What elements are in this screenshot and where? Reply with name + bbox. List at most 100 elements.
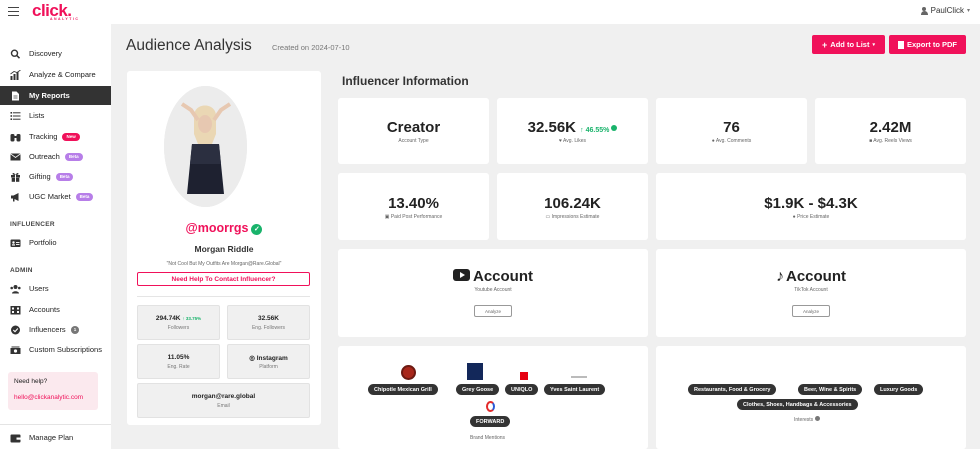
sidebar-item-analyze-compare[interactable]: Analyze & Compare <box>0 65 111 84</box>
analyze-youtube-button[interactable]: Analyze <box>474 305 512 317</box>
uniqlo-logo-icon <box>520 372 528 380</box>
chart-icon <box>10 69 21 80</box>
youtube-account-card: Account Youtube Account Analyze <box>338 249 648 337</box>
eng-followers-stat: 32.56K Eng. Followers <box>227 305 310 340</box>
pdf-icon <box>898 40 904 49</box>
influencer-avatar <box>164 86 247 207</box>
sidebar-item-discovery[interactable]: Discovery <box>0 44 111 63</box>
interests-card: Restaurants, Food & Grocery Beer, Wine &… <box>656 346 966 449</box>
building-icon <box>10 305 21 315</box>
avg-reels-views-card: 2.42M ■ Avg. Reels Views <box>815 98 966 164</box>
trend-up: ↑ 46.55% <box>580 127 610 134</box>
file-icon <box>10 91 21 101</box>
export-pdf-button[interactable]: Export to PDF <box>889 35 966 54</box>
sidebar-item-custom-subscriptions[interactable]: Custom Subscriptions <box>0 340 111 359</box>
info-icon <box>814 416 820 421</box>
section-title-influencer-information: Influencer Information <box>342 74 469 88</box>
logo-subtitle: ANALYTIC <box>50 17 80 21</box>
sidebar: Discovery Analyze & Compare My Reports L… <box>0 24 111 449</box>
instagram-icon: ◎ <box>249 355 257 362</box>
influencer-bio: "Not Cool But My Outfits Are Morgan@Rare… <box>166 261 282 267</box>
info-icon <box>611 125 618 131</box>
sidebar-item-ugc-market[interactable]: UGC Market Beta <box>0 187 111 206</box>
email-stat: morgan@rare.global Email <box>137 383 310 418</box>
users-icon <box>10 284 21 294</box>
megaphone-icon <box>10 192 21 202</box>
brand-pill: FORWARD <box>470 416 511 427</box>
price-estimate-card: $1.9K - $4.3K ● Price Estimate <box>656 173 966 240</box>
page-title: Audience Analysis <box>126 37 252 54</box>
account-type-card: Creator Account Type <box>338 98 489 164</box>
brand-pill: UNIQLO <box>505 384 539 395</box>
sidebar-item-gifting[interactable]: Gifting Beta <box>0 167 111 186</box>
section-title-influencer: INFLUENCER <box>10 221 55 228</box>
sidebar-item-influencers[interactable]: Influencers 1 <box>0 320 111 339</box>
envelope-icon <box>10 152 21 162</box>
avg-comments-card: 76 ● Avg. Comments <box>656 98 807 164</box>
user-icon <box>920 6 928 15</box>
sidebar-item-users[interactable]: Users <box>0 279 111 298</box>
section-title-admin: ADMIN <box>10 267 33 274</box>
search-icon <box>10 48 21 59</box>
top-bar: click. ANALYTIC PaulClick ▾ <box>0 0 980 24</box>
interests-label: Interests <box>794 416 820 423</box>
impressions-card: 106.24K ▭ Impressions Estimate <box>497 173 648 240</box>
sidebar-item-manage-plan[interactable]: Manage Plan <box>0 428 111 447</box>
user-menu[interactable]: PaulClick ▾ <box>920 6 970 15</box>
list-icon <box>10 111 21 121</box>
sidebar-item-portfolio[interactable]: Portfolio <box>0 233 111 252</box>
platform-stat: ◎ Instagram Platform <box>227 344 310 379</box>
ysl-logo-icon <box>571 376 587 378</box>
chevron-down-icon: ▾ <box>872 41 875 48</box>
help-box: Need help? hello@clickanalytic.com <box>8 372 98 410</box>
plus-icon: + <box>822 39 828 50</box>
forward-logo-icon <box>486 401 495 412</box>
new-badge: New <box>62 132 80 141</box>
add-to-list-button[interactable]: + Add to List ▾ <box>812 35 885 54</box>
profile-divider <box>137 296 310 297</box>
brand-mentions-label: Brand Mentions <box>470 435 506 441</box>
interest-pill: Clothes, Shoes, Handbags & Accessories <box>737 399 858 410</box>
chevron-down-icon: ▾ <box>966 8 970 14</box>
sidebar-item-accounts[interactable]: Accounts <box>0 300 111 319</box>
tiktok-account-card: ♪ Account TikTok Account Analyze <box>656 249 966 337</box>
help-email-link[interactable]: hello@clickanalytic.com <box>14 394 92 401</box>
tiktok-icon: ♪ <box>776 268 784 285</box>
created-date: Created on 2024-07-10 <box>272 43 350 52</box>
paid-post-card: 13.40% ▣ Paid Post Performance <box>338 173 489 240</box>
sidebar-item-lists[interactable]: Lists <box>0 106 111 125</box>
grey-goose-logo-icon <box>467 363 483 380</box>
badge-check-icon <box>10 325 21 335</box>
sidebar-divider <box>0 424 111 425</box>
wallet-icon <box>10 433 21 443</box>
chipotle-logo-icon <box>401 365 416 380</box>
youtube-icon <box>453 269 470 281</box>
beta-badge: Beta <box>75 192 94 201</box>
interest-pill: Luxury Goods <box>874 384 924 395</box>
count-badge: 1 <box>70 325 80 334</box>
brand-mentions-card: Chipotle Mexican Grill Grey Goose UNIQLO… <box>338 346 648 449</box>
beta-badge: Beta <box>55 172 74 181</box>
sidebar-item-tracking[interactable]: Tracking New <box>0 127 111 146</box>
id-card-icon <box>10 238 21 248</box>
influencer-name: Morgan Riddle <box>194 244 254 254</box>
help-title: Need help? <box>14 378 48 385</box>
sidebar-item-my-reports[interactable]: My Reports <box>0 86 111 105</box>
followers-stat: 294.74K ↑ 33.75% Followers <box>137 305 220 340</box>
user-name: PaulClick <box>930 6 964 15</box>
beta-badge: Beta <box>64 152 83 161</box>
avg-likes-card: 32.56K ↑ 46.55% ♥ Avg. Likes <box>497 98 648 164</box>
contact-influencer-button[interactable]: Need Help To Contact Influencer? <box>137 272 310 286</box>
binoculars-icon <box>10 132 21 142</box>
interest-pill: Restaurants, Food & Grocery <box>688 384 777 395</box>
gift-icon <box>10 172 21 182</box>
brand-pill: Yves Saint Laurent <box>544 384 606 395</box>
eng-rate-stat: 11.05% Eng. Rate <box>137 344 220 379</box>
menu-icon[interactable] <box>8 7 19 16</box>
brand-pill: Grey Goose <box>456 384 500 395</box>
verified-icon: ✓ <box>251 224 263 235</box>
sidebar-item-outreach[interactable]: Outreach Beta <box>0 147 111 166</box>
analyze-tiktok-button[interactable]: Analyze <box>792 305 830 317</box>
brand-pill: Chipotle Mexican Grill <box>368 384 438 395</box>
influencer-handle: @moorrgs ✓ <box>127 221 321 235</box>
